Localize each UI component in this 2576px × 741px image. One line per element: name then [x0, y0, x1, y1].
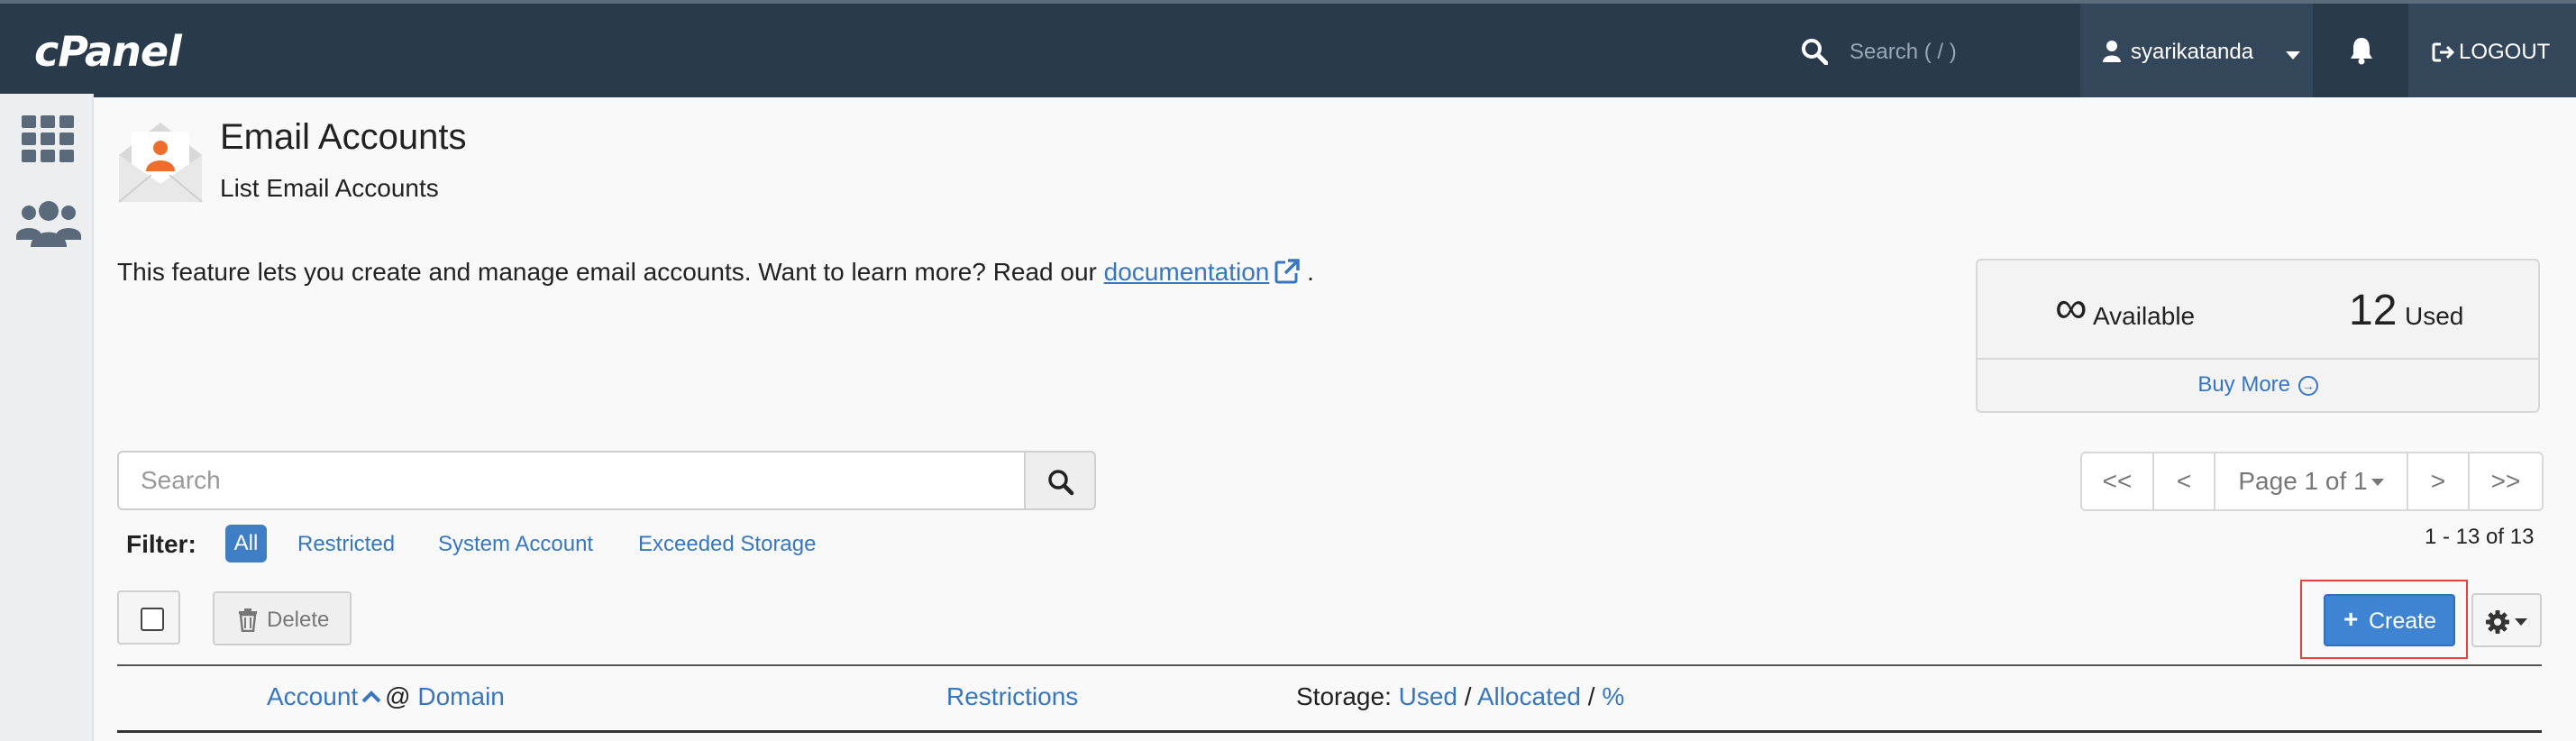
- create-button[interactable]: + Create: [2324, 594, 2455, 646]
- search-button[interactable]: [1024, 451, 1096, 510]
- bell-icon: [2351, 38, 2372, 65]
- first-page-button[interactable]: <<: [2082, 453, 2154, 509]
- table-header-bottom-border: [117, 730, 2542, 733]
- intro-period: .: [1307, 258, 1314, 286]
- arrow-circle-right-icon: →: [2297, 376, 2318, 396]
- apps-grid-icon[interactable]: [22, 115, 74, 162]
- buy-more-label: Buy More: [2197, 372, 2291, 397]
- global-search-input[interactable]: Search ( / ): [1850, 40, 1957, 65]
- storage-prefix: Storage:: [1296, 682, 1392, 710]
- table-header-top-border: [117, 664, 2542, 666]
- intro-sentence: This feature lets you create and manage …: [117, 258, 1097, 286]
- select-all-checkbox[interactable]: [117, 590, 180, 645]
- used-label: Used: [2405, 302, 2464, 330]
- notifications-button[interactable]: [2316, 4, 2407, 97]
- chevron-up-icon[interactable]: [361, 691, 381, 703]
- delete-button[interactable]: Delete: [213, 591, 352, 645]
- column-storage: Storage: Used / Allocated / %: [1296, 682, 1624, 711]
- previous-page-button[interactable]: <: [2154, 453, 2215, 509]
- plus-icon: +: [2343, 605, 2359, 633]
- chevron-down-icon: [2370, 479, 2384, 486]
- chevron-down-icon: [2286, 51, 2300, 59]
- username-label: syarikatanda: [2131, 40, 2254, 64]
- page-select[interactable]: Page 1 of 1: [2215, 453, 2408, 509]
- top-navbar: cPanel Search ( / ) syarikatanda LOGOUT: [0, 0, 2576, 97]
- pagination: << < Page 1 of 1 > >>: [2080, 452, 2544, 511]
- filter-label: Filter:: [126, 530, 196, 558]
- storage-separator: /: [1464, 682, 1472, 710]
- cpanel-logo[interactable]: cPanel: [34, 27, 182, 76]
- user-icon: [2103, 41, 2121, 62]
- logout-label: LOGOUT: [2459, 40, 2551, 64]
- search-icon: [1048, 470, 1074, 496]
- create-label: Create: [2369, 608, 2437, 634]
- next-page-button[interactable]: >: [2408, 453, 2470, 509]
- gear-icon: [2486, 610, 2509, 634]
- sidebar: [0, 94, 94, 741]
- user-menu[interactable]: syarikatanda: [2080, 4, 2313, 97]
- intro-text: This feature lets you create and manage …: [117, 258, 1314, 287]
- available-label: Available: [2093, 302, 2196, 330]
- results-count: 1 - 13 of 13: [2425, 525, 2535, 549]
- used-value: 12: [2349, 287, 2398, 334]
- search-input[interactable]: [117, 451, 1026, 510]
- column-account-domain: Account @ Domain: [267, 682, 505, 711]
- available-value: ∞: [2055, 282, 2087, 333]
- email-accounts-icon: [118, 123, 203, 203]
- settings-dropdown-button[interactable]: [2471, 593, 2542, 647]
- search-icon[interactable]: [1801, 38, 1828, 65]
- sort-used-link[interactable]: Used: [1399, 682, 1457, 710]
- sort-domain-link[interactable]: Domain: [417, 682, 504, 710]
- filter-restricted[interactable]: Restricted: [297, 532, 395, 557]
- last-page-button[interactable]: >>: [2470, 453, 2542, 509]
- sort-restrictions-link[interactable]: Restrictions: [946, 682, 1078, 710]
- trash-icon: [239, 608, 257, 632]
- buy-more-link[interactable]: Buy More →: [1978, 372, 2538, 398]
- chevron-down-icon: [2515, 618, 2527, 626]
- delete-label: Delete: [267, 608, 330, 632]
- storage-separator: /: [1587, 682, 1595, 710]
- filter-exceeded-storage[interactable]: Exceeded Storage: [638, 532, 816, 557]
- page-subtitle: List Email Accounts: [220, 174, 439, 202]
- documentation-link[interactable]: documentation: [1104, 258, 1270, 286]
- sort-allocated-link[interactable]: Allocated: [1477, 682, 1581, 710]
- page-title: Email Accounts: [220, 117, 467, 157]
- column-restrictions: Restrictions: [946, 682, 1078, 711]
- logout-icon: [2432, 42, 2455, 62]
- logout-button[interactable]: LOGOUT: [2408, 4, 2576, 97]
- external-link-icon[interactable]: [1274, 259, 1301, 284]
- page-select-label: Page 1 of 1: [2238, 467, 2368, 495]
- users-icon[interactable]: [16, 200, 81, 251]
- account-usage-panel: ∞ Available 12 Used Buy More →: [1976, 259, 2540, 413]
- usage-counts: ∞ Available 12 Used: [1978, 261, 2538, 360]
- checkbox-box: [141, 608, 164, 631]
- at-separator: @: [385, 682, 411, 710]
- filter-system-account[interactable]: System Account: [438, 532, 593, 557]
- filter-all[interactable]: All: [225, 525, 267, 563]
- sort-account-link[interactable]: Account: [267, 682, 358, 710]
- sort-percent-link[interactable]: %: [1602, 682, 1624, 710]
